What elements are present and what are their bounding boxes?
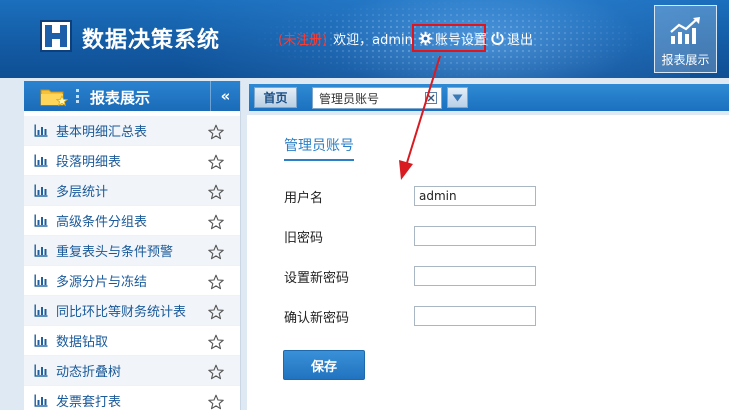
sidebar-item-label: 动态折叠树 [56, 365, 122, 380]
welcome-text: 欢迎，admin [333, 32, 413, 48]
star-icon[interactable] [208, 334, 224, 350]
sidebar-item[interactable]: 多层统计 [24, 176, 240, 206]
bar-chart-icon [34, 304, 48, 317]
main-panel: 管理员账号 用户名 旧密码 设置新密码 确认新密码 保存 [247, 115, 729, 410]
bar-chart-icon [34, 184, 48, 197]
annotation-highlight-box: 账号设置 [412, 24, 487, 52]
tab-dropdown-button[interactable] [447, 87, 468, 108]
app-header: 数据决策系统 (未注册) 欢迎，admin 账号设置 退出 报表展示 [0, 0, 729, 78]
report-tile-label: 报表展示 [661, 53, 710, 67]
close-icon[interactable] [425, 92, 437, 104]
bar-chart-icon [34, 334, 48, 347]
sidebar-item[interactable]: 数据钻取 [24, 326, 240, 356]
tab-bar: 首页 管理员账号 [249, 84, 729, 111]
username-input[interactable] [414, 186, 536, 206]
sidebar-item[interactable]: 高级条件分组表 [24, 206, 240, 236]
section-title: 管理员账号 [284, 135, 354, 161]
sidebar-item-label: 多源分片与冻结 [56, 275, 148, 290]
tab-home[interactable]: 首页 [254, 87, 297, 108]
star-icon[interactable] [208, 154, 224, 170]
triangle-down-icon [452, 94, 463, 101]
bar-chart-icon [34, 274, 48, 287]
star-icon[interactable] [208, 364, 224, 380]
star-icon[interactable] [208, 394, 224, 410]
save-button[interactable]: 保存 [283, 350, 365, 380]
sidebar-item[interactable]: 重复表头与条件预警 [24, 236, 240, 266]
new-password-input[interactable] [414, 266, 536, 286]
new-password-label: 设置新密码 [284, 270, 350, 286]
sidebar-item-label: 段落明细表 [56, 155, 122, 170]
report-display-tile[interactable]: 报表展示 [654, 5, 717, 73]
confirm-password-row: 确认新密码 [284, 305, 536, 327]
star-icon[interactable] [208, 214, 224, 230]
old-password-row: 旧密码 [284, 225, 536, 247]
bar-chart-icon [34, 244, 48, 257]
bar-chart-icon [34, 124, 48, 137]
account-settings-label: 账号设置 [435, 32, 488, 48]
new-password-row: 设置新密码 [284, 265, 536, 287]
sidebar: 报表展示 « 基本明细汇总表 段落明细表多层统计高级条件分组表重复表头与条件预警多… [24, 81, 241, 410]
chart-trend-icon [670, 17, 700, 44]
report-list: 基本明细汇总表 段落明细表多层统计高级条件分组表重复表头与条件预警 多源分片与冻结同… [24, 111, 240, 410]
bar-chart-icon [34, 214, 48, 227]
sidebar-item-label: 多层统计 [56, 185, 109, 200]
star-icon[interactable] [208, 244, 224, 260]
unregistered-link[interactable]: (未注册) [278, 29, 327, 48]
folder-star-icon [40, 89, 68, 107]
app-title: 数据决策系统 [82, 28, 221, 53]
bar-chart-icon [34, 154, 48, 167]
sidebar-collapse-button[interactable]: « [210, 81, 240, 111]
sidebar-item[interactable]: 动态折叠树 [24, 356, 240, 386]
star-icon[interactable] [208, 184, 224, 200]
star-icon[interactable] [208, 274, 224, 290]
sidebar-item[interactable]: 段落明细表 [24, 146, 240, 176]
logo-icon [40, 20, 72, 52]
tab-admin-account[interactable]: 管理员账号 [312, 87, 442, 109]
username-label: 用户名 [284, 190, 324, 206]
account-settings-link[interactable]: 账号设置 [418, 29, 487, 48]
sidebar-item-label: 发票套打表 [56, 395, 122, 410]
star-icon[interactable] [208, 304, 224, 320]
old-password-label: 旧密码 [284, 230, 324, 246]
username-row: 用户名 [284, 185, 536, 207]
sidebar-item-label: 高级条件分组表 [56, 215, 148, 230]
bar-chart-icon [34, 364, 48, 377]
sidebar-item[interactable]: 基本明细汇总表 [24, 116, 240, 146]
old-password-input[interactable] [414, 226, 536, 246]
sidebar-header: 报表展示 « [24, 81, 240, 111]
logout-label: 退出 [507, 33, 534, 48]
confirm-password-input[interactable] [414, 306, 536, 326]
star-icon[interactable] [208, 124, 224, 140]
power-icon [491, 31, 504, 45]
bar-chart-icon [34, 394, 48, 407]
sidebar-item-label: 重复表头与条件预警 [56, 245, 174, 260]
sidebar-title: 报表展示 [90, 89, 151, 107]
gear-icon [418, 31, 433, 45]
sidebar-item[interactable]: 同比环比等财务统计表 [24, 296, 240, 326]
sidebar-header-dots [76, 89, 80, 103]
tab-admin-account-label: 管理员账号 [319, 91, 380, 106]
sidebar-item-label: 同比环比等财务统计表 [56, 305, 187, 320]
sidebar-item[interactable]: 发票套打表 [24, 386, 240, 410]
sidebar-item-label: 基本明细汇总表 [56, 125, 148, 140]
sidebar-item-label: 数据钻取 [56, 335, 109, 350]
sidebar-item[interactable]: 多源分片与冻结 [24, 266, 240, 296]
user-bar: (未注册) 欢迎，admin 账号设置 退出 [278, 24, 533, 52]
logout-link[interactable]: 退出 [490, 29, 533, 48]
confirm-password-label: 确认新密码 [284, 310, 350, 326]
